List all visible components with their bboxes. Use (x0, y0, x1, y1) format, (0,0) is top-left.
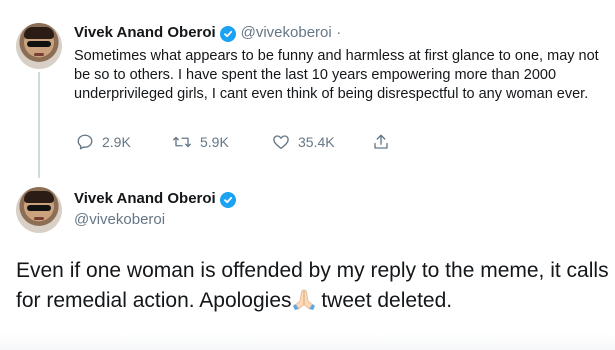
retweet-count: 5.9K (200, 134, 229, 150)
author-name[interactable]: Vivek Anand Oberoi (74, 24, 216, 41)
reply-icon (77, 134, 93, 150)
author-name[interactable]: Vivek Anand Oberoi (74, 190, 216, 207)
share-icon (374, 134, 388, 149)
thread-line (38, 72, 40, 178)
folded-hands-emoji (292, 289, 315, 310)
tweet-header: Vivek Anand Oberoi (74, 190, 237, 208)
retweet-button[interactable]: 5.9K (172, 133, 229, 151)
verified-badge-icon (220, 192, 237, 208)
share-button[interactable] (372, 133, 390, 151)
like-count: 35.4K (298, 134, 335, 150)
separator-dot: · (336, 24, 342, 41)
tweet-text-end: tweet deleted. (315, 289, 453, 312)
like-button[interactable]: 35.4K (272, 133, 335, 151)
author-handle[interactable]: @vivekoberoi (241, 24, 332, 41)
avatar[interactable] (16, 187, 62, 233)
reply-button[interactable]: 2.9K (76, 133, 131, 151)
tweet-text: Even if one woman is offended by my repl… (16, 256, 611, 316)
author-handle[interactable]: @vivekoberoi (74, 211, 165, 228)
heart-icon (273, 135, 289, 150)
bottom-edge (0, 333, 615, 350)
avatar[interactable] (16, 23, 62, 69)
tweet-header: Vivek Anand Oberoi @vivekoberoi · (74, 24, 341, 42)
tweet-text: Sometimes what appears to be funny and h… (74, 48, 599, 102)
reply-count: 2.9K (102, 134, 131, 150)
retweet-icon (173, 136, 191, 148)
verified-badge-icon (220, 26, 237, 42)
